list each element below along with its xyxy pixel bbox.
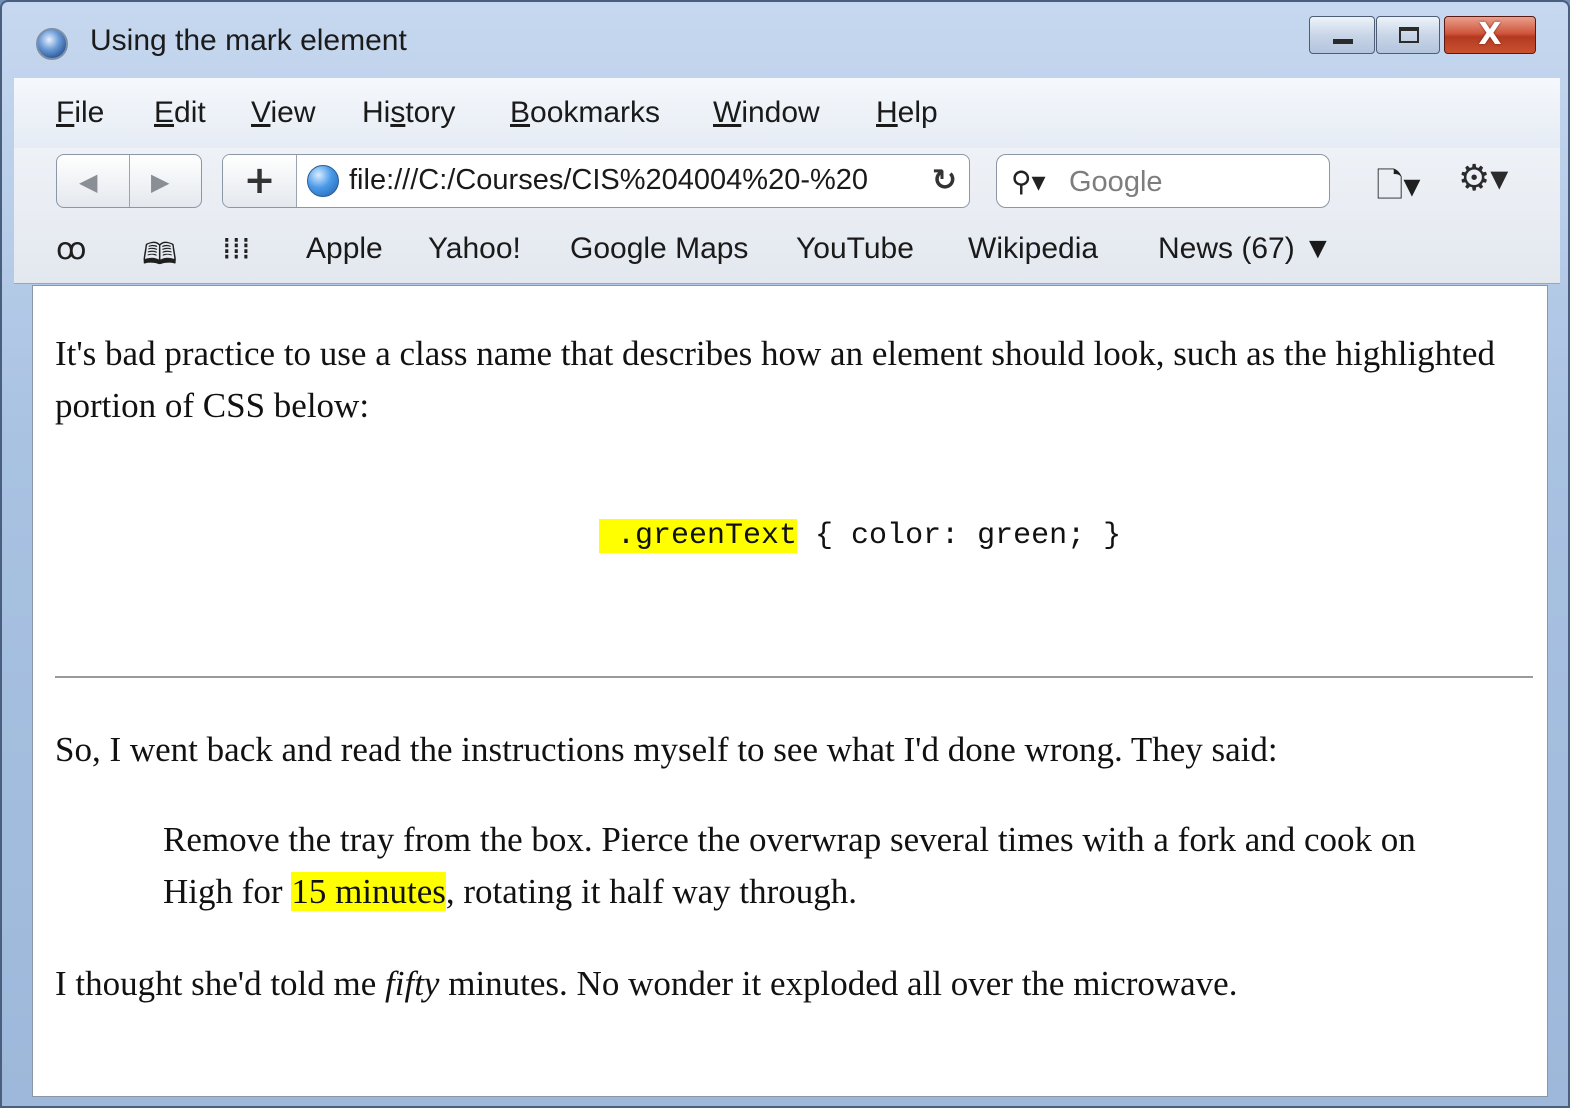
menu-bookmarks[interactable]: Bookmarks <box>510 96 660 130</box>
maximize-icon <box>1399 27 1419 43</box>
globe-icon <box>307 165 339 197</box>
minimize-icon <box>1333 39 1353 44</box>
bookmark-yahoo[interactable]: Yahoo! <box>428 232 521 266</box>
bookmark-apple[interactable]: Apple <box>306 232 383 266</box>
menu-file[interactable]: File <box>56 96 104 130</box>
browser-chrome: File Edit View History Bookmarks Window … <box>14 78 1560 284</box>
window-title: Using the mark element <box>90 24 407 57</box>
back-forward-group: ◀ ▶ <box>56 154 202 208</box>
address-bar[interactable]: + file:///C:/Courses/CIS%204004%20-%20 ↻ <box>222 154 970 208</box>
minimize-button[interactable] <box>1309 16 1375 54</box>
title-bar[interactable]: Using the mark element X <box>2 2 1568 78</box>
bookmark-google-maps[interactable]: Google Maps <box>570 232 748 266</box>
highlighted-class-name: .greenText <box>599 519 798 553</box>
menu-window[interactable]: Window <box>713 96 820 130</box>
css-code-sample: .greenText { color: green; } <box>599 510 1121 562</box>
menu-view[interactable]: View <box>251 96 315 130</box>
close-icon: X <box>1478 17 1502 52</box>
browser-window: Using the mark element X File Edit View … <box>0 0 1570 1108</box>
closing-paragraph: I thought she'd told me fifty minutes. N… <box>55 964 1238 1003</box>
navigation-toolbar: ◀ ▶ + file:///C:/Courses/CIS%204004%20-%… <box>14 148 1560 220</box>
emphasized-fifty: fifty <box>385 964 440 1003</box>
bookmark-wikipedia[interactable]: Wikipedia <box>968 232 1098 266</box>
bookmark-youtube[interactable]: YouTube <box>796 232 914 266</box>
add-bookmark-plus-icon[interactable]: + <box>223 155 297 207</box>
menu-help[interactable]: Help <box>876 96 938 130</box>
search-magnifier-icon[interactable]: ⚲▾ <box>1011 165 1046 198</box>
intro-paragraph: It's bad practice to use a class name th… <box>55 334 1495 425</box>
reload-icon[interactable]: ↻ <box>932 163 957 198</box>
highlighted-duration: 15 minutes <box>291 872 446 911</box>
css-rule-body: { color: green; } <box>797 519 1122 553</box>
menu-edit[interactable]: Edit <box>154 96 206 130</box>
search-box[interactable]: ⚲▾ Google <box>996 154 1330 208</box>
menu-history[interactable]: History <box>362 96 455 130</box>
maximize-button[interactable] <box>1376 16 1440 54</box>
page-menu-icon[interactable]: 🗋▾ <box>1376 162 1420 219</box>
search-input[interactable]: Google <box>1069 166 1163 199</box>
instructions-blockquote: Remove the tray from the box. Pierce the… <box>163 820 1416 911</box>
reading-list-glasses-icon[interactable]: ꝏ <box>56 232 87 267</box>
bookmarks-book-icon[interactable]: 🕮 <box>142 232 177 283</box>
bookmark-news-folder[interactable]: News (67) ▼ <box>1158 232 1333 266</box>
nav-divider <box>129 155 130 207</box>
top-sites-grid-icon[interactable]: ⁞⁞⁞ <box>222 232 251 267</box>
address-field[interactable]: file:///C:/Courses/CIS%204004%20-%20 <box>349 164 929 197</box>
back-arrow-icon[interactable]: ◀ <box>79 168 97 196</box>
horizontal-rule <box>55 676 1533 678</box>
safari-compass-icon <box>36 28 68 60</box>
page-content: It's bad practice to use a class name th… <box>32 285 1548 1097</box>
bookmarks-bar: ꝏ 🕮 ⁞⁞⁞ Apple Yahoo! Google Maps YouTube… <box>14 220 1560 284</box>
forward-arrow-icon[interactable]: ▶ <box>151 168 169 196</box>
gear-icon[interactable]: ⚙▾ <box>1458 158 1508 199</box>
menu-bar: File Edit View History Bookmarks Window … <box>14 78 1560 148</box>
close-button[interactable]: X <box>1444 16 1536 54</box>
second-paragraph: So, I went back and read the instruction… <box>55 730 1278 769</box>
